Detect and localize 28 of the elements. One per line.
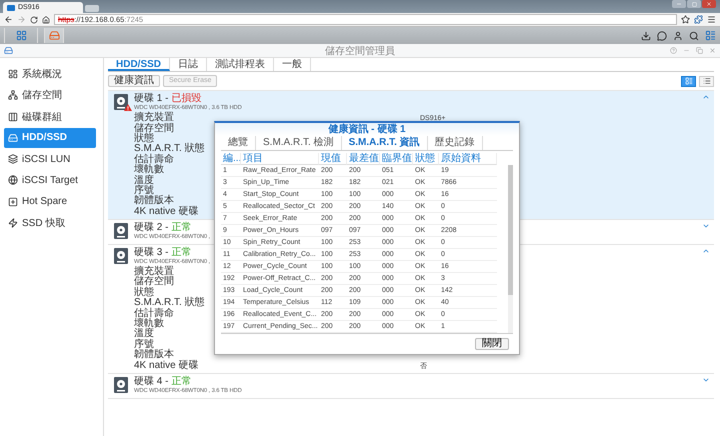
disk-title: 硬碟 3 - — [134, 246, 168, 258]
field-label: 韌體版本 — [134, 196, 174, 206]
field-label: 估計壽命 — [134, 308, 174, 319]
field-label: S.M.A.R.T. 狀態 — [134, 144, 205, 154]
field-label: 擴充裝置 — [134, 113, 174, 124]
disk-status: 已損毀 — [171, 93, 202, 104]
field-label: 狀態 — [134, 288, 154, 298]
field-label: 狀態 — [134, 134, 154, 144]
field-label: 溫度 — [134, 176, 154, 186]
disk-title: 硬碟 2 - — [134, 222, 168, 233]
field-label: 韌體版本 — [134, 350, 174, 360]
disk-status: 正常 — [171, 246, 192, 258]
field-label: 4K native 硬碟 — [134, 360, 198, 371]
field-label: S.M.A.R.T. 狀態 — [134, 298, 205, 308]
field-label: 溫度 — [134, 329, 154, 340]
field-label: 儲存空間 — [134, 124, 174, 134]
field-label: 壞軌數 — [134, 165, 164, 176]
window-title: 儲存空間管理員 — [325, 44, 395, 58]
dialog-title: 健康資訊 - 硬碟 1 — [215, 123, 519, 136]
field-label: 4K native 硬碟 — [134, 206, 198, 217]
disk-status: 正常 — [171, 222, 192, 233]
disk-title: 硬碟 4 - — [134, 376, 168, 387]
field-label: 估計壽命 — [134, 154, 174, 165]
field-label: 儲存空間 — [134, 277, 174, 288]
disk-title: 硬碟 1 - — [134, 93, 168, 104]
disk-status: 正常 — [171, 376, 192, 387]
field-label: 序號 — [134, 340, 154, 350]
field-label: 序號 — [134, 186, 154, 196]
